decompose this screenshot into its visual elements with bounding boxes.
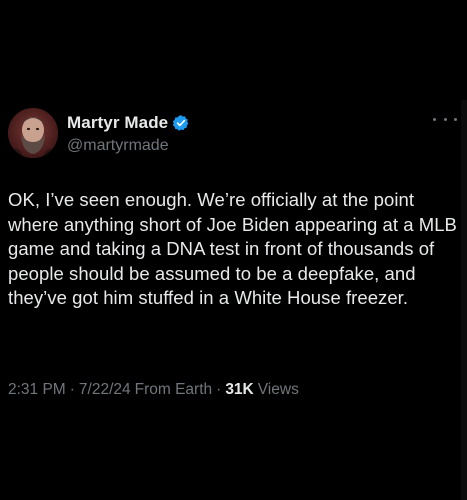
more-options-button[interactable] [433, 112, 457, 126]
display-name[interactable]: Martyr Made [67, 113, 168, 133]
views-label: Views [257, 381, 299, 398]
avatar-image [8, 108, 58, 158]
more-horizontal-icon [433, 117, 436, 121]
tweet-text: OK, I’ve seen enough. We’re officially a… [8, 189, 457, 308]
tweet-header: Martyr Made @martyrmade [8, 108, 190, 158]
tweet-time[interactable]: 2:31 PM [8, 381, 66, 399]
tweet-author: Martyr Made @martyrmade [67, 112, 190, 155]
tweet-source: From Earth [134, 381, 213, 398]
avatar[interactable] [8, 108, 58, 158]
handle[interactable]: @martyrmade [67, 137, 190, 155]
tweet-meta: 2:31 PM · 7/22/24 From Earth · 31K Views [8, 381, 299, 399]
edge-shadow [461, 100, 467, 500]
separator: · [216, 381, 222, 398]
views-count: 31K [225, 381, 254, 398]
display-name-row: Martyr Made [67, 112, 190, 134]
tweet-card: Martyr Made @martyrmade OK, I’ve seen en… [0, 0, 467, 500]
verified-badge-icon [172, 114, 190, 132]
separator: · [69, 381, 75, 398]
tweet-date[interactable]: 7/22/24 [79, 381, 131, 399]
more-horizontal-icon [454, 117, 457, 121]
more-horizontal-icon [443, 117, 447, 121]
